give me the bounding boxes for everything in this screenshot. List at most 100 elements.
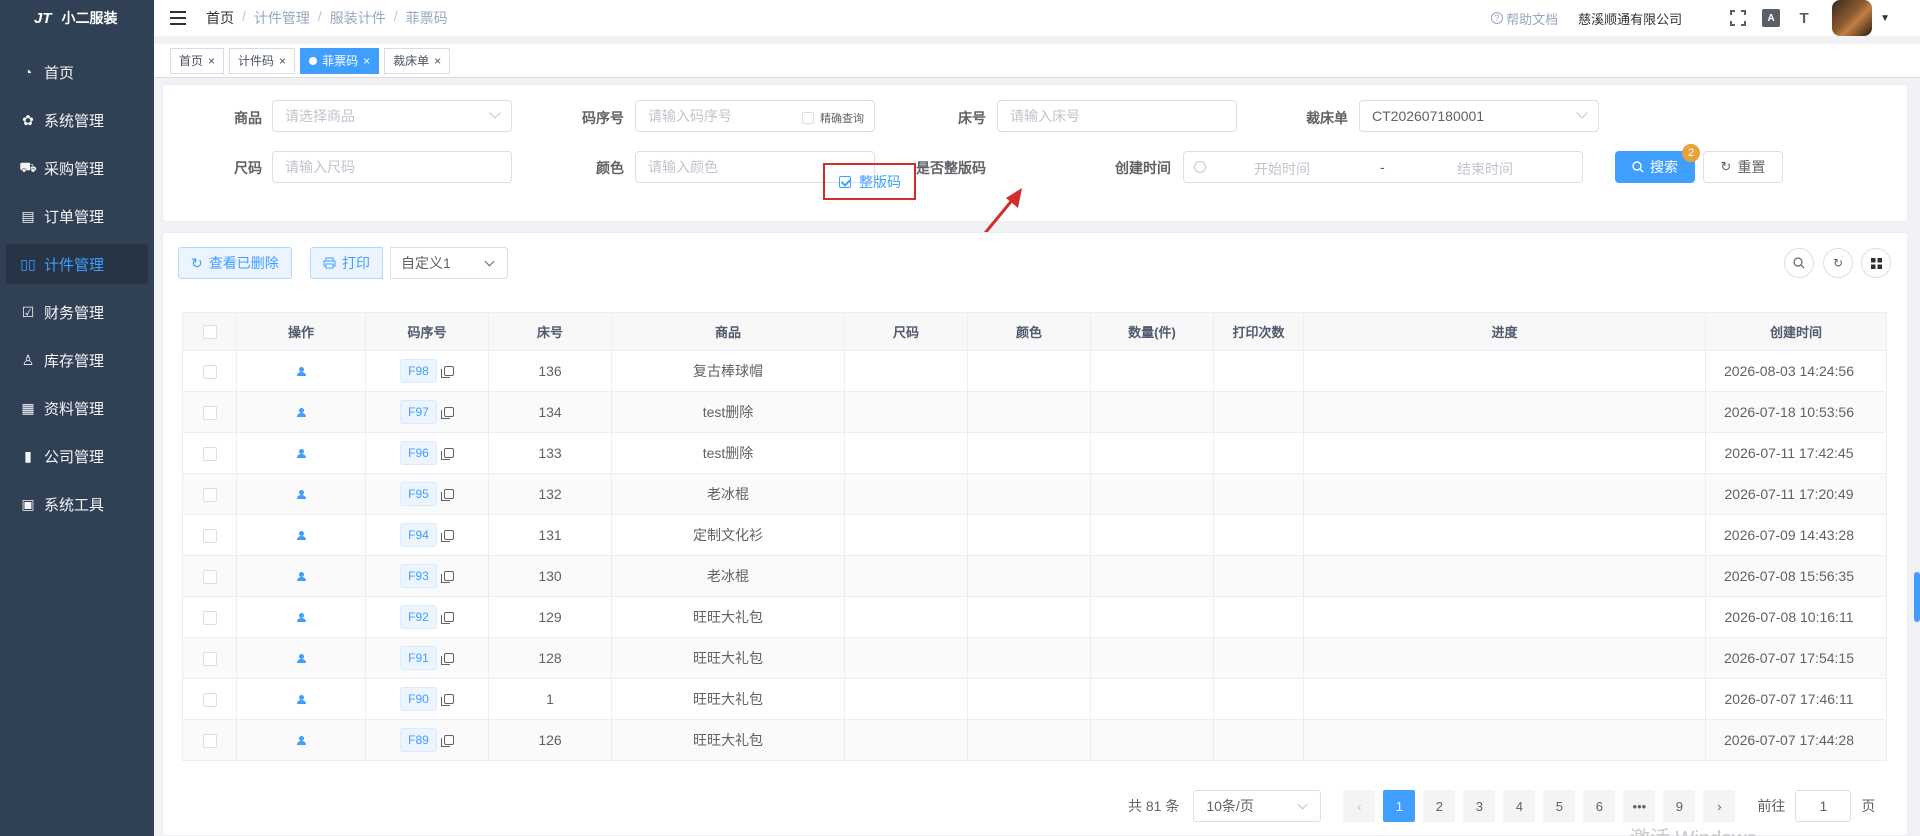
reset-button[interactable]: ↻ 重置 [1703, 151, 1783, 183]
search-button[interactable]: 搜索 2 [1615, 144, 1700, 183]
user-icon[interactable] [296, 367, 306, 376]
sidebar-item[interactable]: ♙ 库存管理 [6, 340, 148, 380]
sidebar-item[interactable]: ⛟ 采购管理 [6, 148, 148, 188]
breadcrumb-item[interactable]: 首页 [206, 8, 234, 28]
code-tag[interactable]: F90 [400, 687, 437, 711]
help-docs-link[interactable]: ? 帮助文档 [1491, 9, 1558, 28]
row-checkbox[interactable] [182, 391, 237, 433]
sidebar-item[interactable]: ☑ 财务管理 [6, 292, 148, 332]
sidebar-item[interactable]: ▤ 订单管理 [6, 196, 148, 236]
user-icon[interactable] [296, 531, 306, 540]
copy-icon[interactable] [440, 612, 454, 625]
table-row[interactable]: F90 1 旺旺大礼包 2026-07-07 17:46:11 [182, 678, 1887, 720]
table-row[interactable]: F95 132 老冰棍 2026-07-11 17:20:49 [182, 473, 1887, 515]
user-icon[interactable] [296, 654, 306, 663]
tab-tag[interactable]: 计件码 × [229, 47, 296, 74]
font-icon[interactable]: A [1762, 9, 1781, 27]
sidebar-item[interactable]: ▦ 资料管理 [6, 388, 148, 428]
row-checkbox[interactable] [182, 719, 237, 761]
code-tag[interactable]: F95 [400, 482, 437, 506]
print-button[interactable]: 打印 [310, 247, 383, 279]
tab-tag[interactable]: 首页 × [170, 47, 225, 74]
user-icon[interactable] [296, 572, 306, 581]
created-date-range[interactable]: 开始时间 - 结束时间 [1183, 151, 1583, 183]
user-icon[interactable] [296, 695, 306, 704]
row-checkbox[interactable] [182, 432, 237, 474]
size-input[interactable]: 请输入尺码 [272, 151, 512, 183]
page-button[interactable]: 9 [1663, 790, 1696, 822]
exact-query-checkbox[interactable]: 精确查询 [802, 110, 864, 126]
page-button[interactable]: 2 [1423, 790, 1456, 822]
table-row[interactable]: F91 128 旺旺大礼包 2026-07-07 17:54:15 [182, 637, 1887, 679]
tab-tag[interactable]: 裁床单 × [384, 47, 451, 74]
code-tag[interactable]: F98 [400, 359, 437, 383]
caret-down-icon[interactable]: ▼ [1880, 13, 1890, 24]
page-button[interactable]: 6 [1583, 790, 1616, 822]
table-row[interactable]: F92 129 旺旺大礼包 2026-07-08 10:16:11 [182, 596, 1887, 638]
code-tag[interactable]: F93 [400, 564, 437, 588]
page-button[interactable]: 1 [1383, 790, 1416, 822]
next-page-button[interactable]: › [1703, 790, 1736, 822]
page-button[interactable]: 5 [1543, 790, 1576, 822]
code-tag[interactable]: F89 [400, 728, 437, 752]
table-row[interactable]: F96 133 test删除 2026-07-11 17:42:45 [182, 432, 1887, 474]
toggle-search-button[interactable] [1784, 248, 1814, 278]
close-icon[interactable]: × [279, 54, 286, 68]
copy-icon[interactable] [440, 571, 454, 584]
row-checkbox[interactable] [182, 637, 237, 679]
copy-icon[interactable] [440, 530, 454, 543]
user-icon[interactable] [296, 408, 306, 417]
fullscreen-icon[interactable] [1728, 8, 1748, 28]
copy-icon[interactable] [440, 366, 454, 379]
table-row[interactable]: F98 136 复古棒球帽 2026-08-03 14:24:56 [182, 350, 1887, 392]
seq-input[interactable]: 请输入码序号 精确查询 [635, 100, 875, 132]
copy-icon[interactable] [440, 489, 454, 502]
table-row[interactable]: F89 126 旺旺大礼包 2026-07-07 17:44:28 [182, 719, 1887, 761]
user-icon[interactable] [296, 449, 306, 458]
page-button[interactable]: 3 [1463, 790, 1496, 822]
row-checkbox[interactable] [182, 350, 237, 392]
select-all-checkbox[interactable] [182, 312, 237, 351]
code-tag[interactable]: F92 [400, 605, 437, 629]
close-icon[interactable]: × [208, 54, 215, 68]
prev-page-button[interactable]: ‹ [1343, 790, 1376, 822]
user-icon[interactable] [296, 736, 306, 745]
columns-button[interactable] [1861, 248, 1891, 278]
product-select[interactable]: 请选择商品 [272, 100, 512, 132]
sidebar-item[interactable]: ✿ 系统管理 [6, 100, 148, 140]
more-pages-button[interactable]: ••• [1623, 790, 1656, 822]
close-icon[interactable]: × [434, 54, 441, 68]
copy-icon[interactable] [440, 694, 454, 707]
row-checkbox[interactable] [182, 596, 237, 638]
row-checkbox[interactable] [182, 473, 237, 515]
code-tag[interactable]: F96 [400, 441, 437, 465]
cut-select[interactable]: CT202607180001 [1359, 100, 1599, 132]
goto-page-input[interactable]: 1 [1795, 790, 1852, 822]
company-name[interactable]: 慈溪顺通有限公司 [1578, 9, 1682, 28]
whole-code-checkbox[interactable]: 整版码 [823, 163, 916, 200]
close-icon[interactable]: × [363, 54, 370, 68]
row-checkbox[interactable] [182, 678, 237, 720]
tab-tag[interactable]: 菲票码 × [300, 47, 380, 74]
sidebar-item[interactable]: ▮ 公司管理 [6, 436, 148, 476]
row-checkbox[interactable] [182, 514, 237, 556]
sidebar-item[interactable]: ▣ 系统工具 [6, 484, 148, 524]
table-row[interactable]: F94 131 定制文化衫 2026-07-09 14:43:28 [182, 514, 1887, 556]
code-tag[interactable]: F94 [400, 523, 437, 547]
row-checkbox[interactable] [182, 555, 237, 597]
page-size-select[interactable]: 10条/页 [1193, 790, 1322, 822]
bed-input[interactable]: 请输入床号 [997, 100, 1237, 132]
copy-icon[interactable] [440, 653, 454, 666]
code-tag[interactable]: F91 [400, 646, 437, 670]
hamburger-icon[interactable] [170, 11, 186, 25]
copy-icon[interactable] [440, 407, 454, 420]
text-size-icon[interactable]: T [1794, 8, 1814, 28]
page-button[interactable]: 4 [1503, 790, 1536, 822]
sidebar-item[interactable]: ◔ 首页 [6, 52, 148, 92]
refresh-button[interactable]: ↻ [1823, 248, 1853, 278]
sidebar-item[interactable]: ▯▯ 计件管理 [6, 244, 148, 284]
app-logo[interactable]: JT 小二服装 [0, 0, 154, 36]
table-row[interactable]: F93 130 老冰棍 2026-07-08 15:56:35 [182, 555, 1887, 597]
user-icon[interactable] [296, 490, 306, 499]
avatar[interactable] [1832, 0, 1873, 36]
